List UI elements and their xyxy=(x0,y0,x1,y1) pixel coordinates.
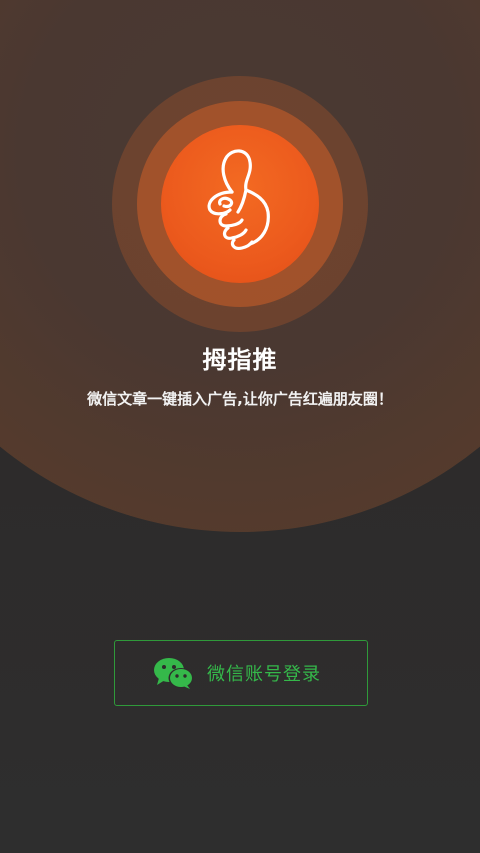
wechat-login-button[interactable]: 微信账号登录 xyxy=(114,640,368,706)
thumbs-up-icon xyxy=(207,149,270,250)
app-tagline: 微信文章一键插入广告,让你广告红遍朋友圈！ xyxy=(87,390,393,408)
login-screen: 拇指推 微信文章一键插入广告,让你广告红遍朋友圈！ 微信账号登录 xyxy=(0,0,480,853)
login-button-label: 微信账号登录 xyxy=(207,664,321,685)
app-title: 拇指推 xyxy=(202,346,278,374)
wechat-icon xyxy=(154,658,194,689)
